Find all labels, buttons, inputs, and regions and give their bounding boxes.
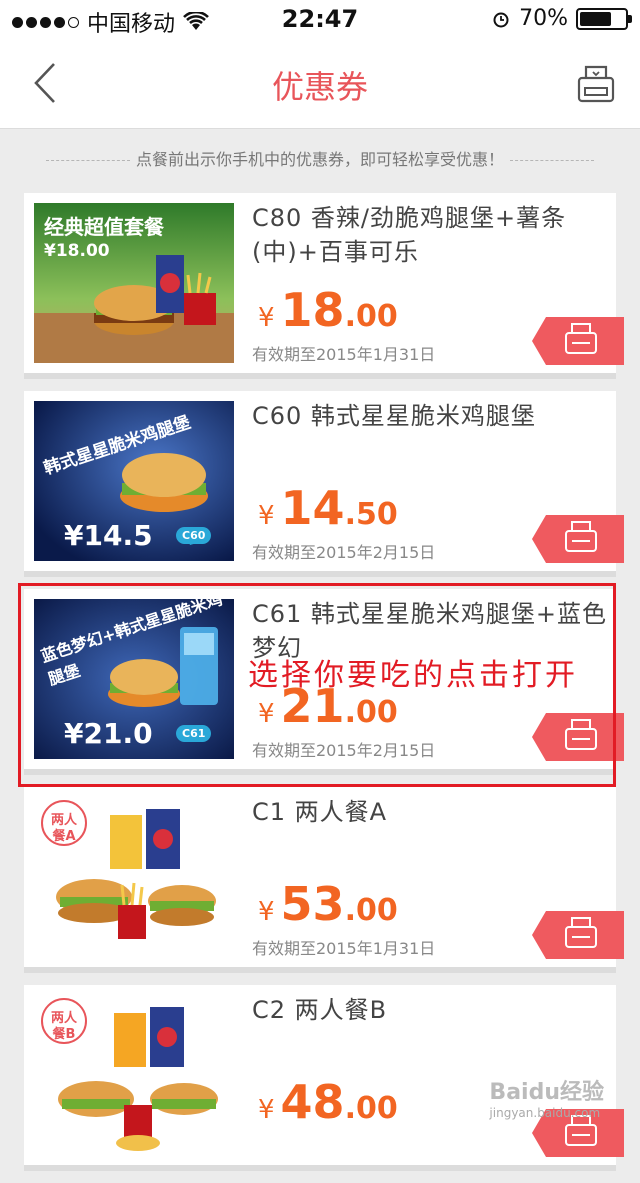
- coupon-image: 韩式星星脆米鸡腿堡 ¥14.5 C60: [34, 401, 234, 561]
- notice-bar: 点餐前出示你手机中的优惠券，即可轻松享受优惠！: [22, 146, 618, 170]
- nav-bar: 优惠券: [0, 40, 640, 129]
- coupon-price: ¥14.50: [258, 481, 398, 535]
- status-right: 70%: [491, 6, 632, 31]
- watermark: Baidu经验 jingyan.baidu.com: [489, 1080, 604, 1120]
- coupon-name: C60 韩式星星脆米鸡腿堡: [252, 402, 536, 430]
- coupon-price: ¥53.00: [258, 877, 398, 931]
- battery-percent: 70%: [519, 6, 568, 31]
- coupon-print-icon[interactable]: [576, 64, 616, 104]
- battery-icon: [576, 7, 632, 30]
- coupon-card[interactable]: 韩式星星脆米鸡腿堡 ¥14.5 C60 C60 韩式星星脆米鸡腿堡 ¥14.50…: [24, 391, 624, 577]
- coupon-image: 两人餐A: [34, 797, 234, 957]
- dashed-divider: [510, 160, 594, 161]
- banner-title: 经典超值套餐: [44, 215, 164, 239]
- open-coupon-button[interactable]: [532, 515, 624, 563]
- dashed-divider: [45, 160, 130, 161]
- notice-text: 点餐前出示你手机中的优惠券，即可轻松享受优惠！: [135, 150, 504, 169]
- open-coupon-button[interactable]: [532, 911, 624, 959]
- open-coupon-button[interactable]: [532, 317, 624, 365]
- annotation-text: 选择你要吃的点击打开: [248, 658, 578, 693]
- coupon-card[interactable]: 经典超值套餐 ¥18.00 C80 香辣/劲脆鸡腿堡+薯条(中)+百事可乐 ¥1…: [24, 193, 624, 379]
- coupon-card[interactable]: 两人餐A C1 两人餐A ¥53.00 有效期至2015年1月31日: [24, 787, 624, 973]
- status-bar: 中国移动 22:47 70%: [0, 0, 640, 40]
- banner-title: 两人餐A: [50, 813, 77, 844]
- alarm-icon: [493, 12, 509, 27]
- coupon-image: 经典超值套餐 ¥18.00: [34, 203, 234, 363]
- coupon-expiry: 有效期至2015年1月31日: [252, 345, 436, 364]
- coupon-price: ¥48.00: [258, 1075, 398, 1129]
- coupon-price: ¥18.00: [258, 283, 398, 337]
- coupon-name: C80 香辣/劲脆鸡腿堡+薯条(中)+百事可乐: [252, 204, 567, 266]
- banner-code: C60: [176, 527, 212, 544]
- page-title: 优惠券: [271, 68, 368, 106]
- coupon-name: C1 两人餐A: [252, 798, 388, 826]
- banner-price: ¥14.5: [64, 519, 153, 552]
- coupon-expiry: 有效期至2015年2月15日: [252, 543, 436, 562]
- coupon-expiry: 有效期至2015年1月31日: [252, 939, 436, 958]
- coupon-name: C2 两人餐B: [252, 996, 388, 1024]
- coupon-image: 两人餐B: [34, 995, 234, 1155]
- banner-price: ¥18.00: [44, 241, 110, 261]
- banner-title: 两人餐B: [50, 1011, 77, 1042]
